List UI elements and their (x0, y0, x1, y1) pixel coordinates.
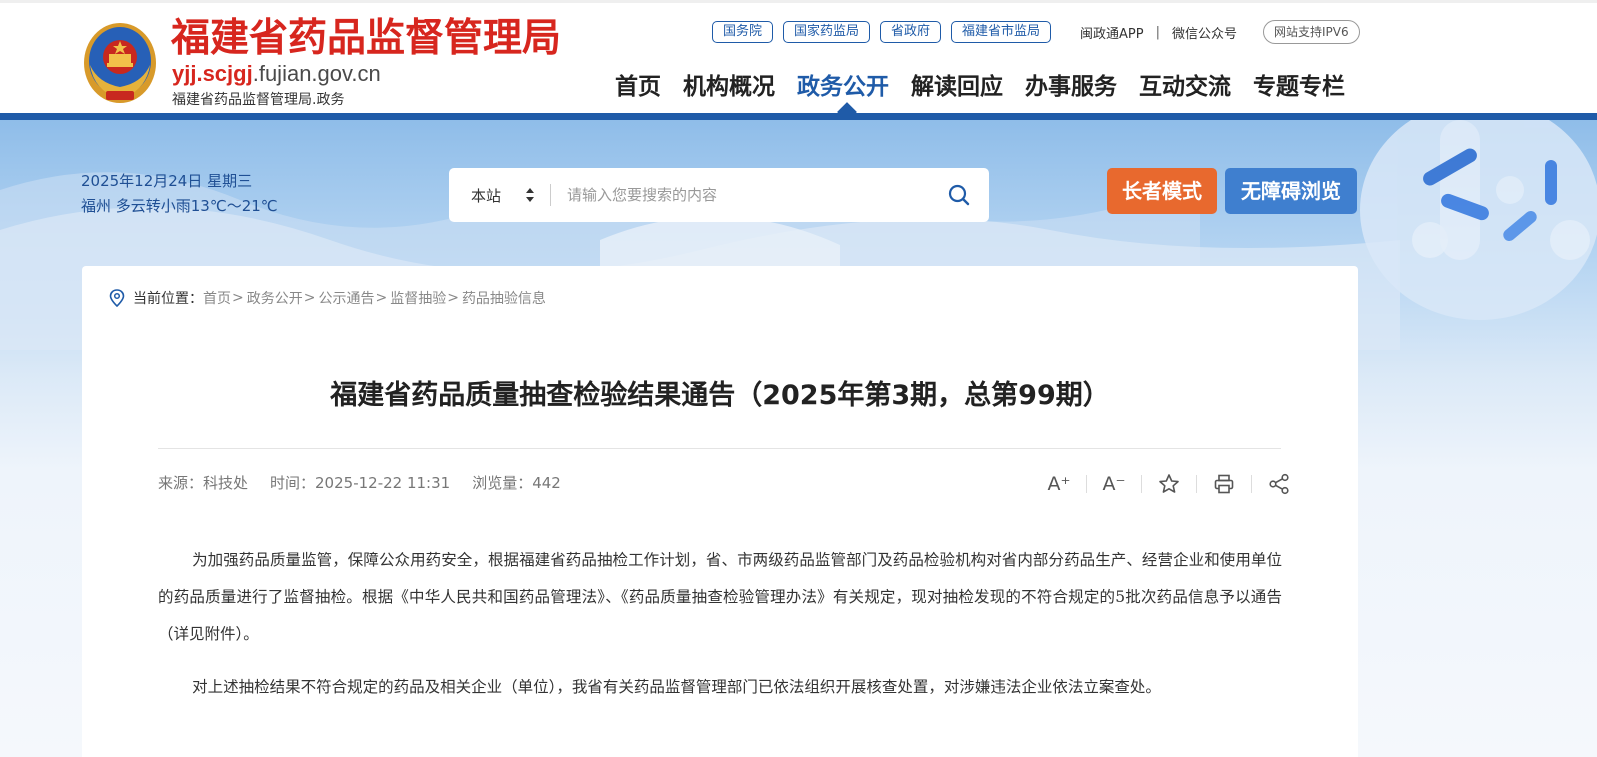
font-decrease-icon: A⁻ (1102, 473, 1126, 495)
article-time: 时间：2025-12-22 11:31 (270, 474, 451, 492)
star-icon (1159, 474, 1179, 493)
toplink-nmpa[interactable]: 国家药监局 (783, 21, 871, 43)
breadcrumb: 当前位置： 首页 > 政务公开 > 公示通告 > 监督抽验 > 药品抽验信息 (109, 288, 546, 308)
font-increase-button[interactable]: A⁺ (1032, 470, 1086, 498)
nav-services[interactable]: 办事服务 (1025, 69, 1117, 105)
nav-about[interactable]: 机构概况 (683, 69, 775, 105)
search-scope-label: 本站 (471, 186, 502, 205)
site-title: 福建省药品监督管理局 (171, 15, 562, 61)
print-icon (1214, 474, 1234, 494)
article-paragraph: 对上述抽检结果不符合规定的药品及相关企业（单位），我省有关药品监督管理部门已依法… (192, 678, 1161, 696)
national-emblem-icon (84, 23, 156, 103)
article-body: 为加强药品质量监管，保障公众用药安全，根据福建省药品抽检工作计划，省、市两级药品… (158, 542, 1282, 722)
search-bar: 本站 (449, 168, 989, 222)
nav-topics[interactable]: 专题专栏 (1253, 69, 1345, 105)
article-title: 福建省药品质量抽查检验结果通告（2025年第3期，总第99期） (330, 380, 1110, 411)
domain-prefix: yjj.scjgj (172, 61, 253, 86)
updown-arrow-icon (526, 188, 534, 202)
article-tools: A⁺ A⁻ (1032, 470, 1306, 498)
weather-line: 福州 多云转小雨13℃～21℃ (81, 197, 278, 215)
breadcrumb-label: 当前位置： (133, 291, 203, 307)
domain-suffix: .fujian.gov.cn (252, 61, 381, 86)
share-button[interactable] (1252, 470, 1306, 498)
app-separator: | (1155, 24, 1160, 40)
app-link[interactable]: 闽政通APP (1080, 23, 1144, 42)
breadcrumb-separator: > (375, 290, 388, 306)
toplink-province-gov[interactable]: 省政府 (880, 21, 942, 43)
toplink-state-council[interactable]: 国务院 (712, 21, 774, 43)
article-card: 当前位置： 首页 > 政务公开 > 公示通告 > 监督抽验 > 药品抽验信息 福… (82, 266, 1358, 757)
wechat-link[interactable]: 微信公众号 (1172, 23, 1237, 42)
nav-gov-affairs[interactable]: 政务公开 (797, 69, 889, 105)
app-links: 闽政通APP | 微信公众号 (1080, 22, 1237, 42)
breadcrumb-drug-inspection[interactable]: 药品抽验信息 (462, 288, 546, 308)
toplink-market-bureau[interactable]: 福建省市监局 (951, 21, 1052, 43)
location-pin-icon (109, 289, 125, 307)
main-nav: 首页 机构概况 政务公开 解读回应 办事服务 互动交流 专题专栏 (615, 67, 1345, 107)
article-source: 来源：科技处 (158, 474, 249, 492)
article-meta: 来源：科技处 时间：2025-12-22 11:31 浏览量：442 (158, 473, 561, 493)
search-icon (948, 184, 970, 206)
search-scope-select[interactable]: 本站 (449, 184, 551, 206)
top-links: 国务院 国家药监局 省政府 福建省市监局 (712, 20, 1052, 44)
site-header: 福建省药品监督管理局 yjj.scjgj.fujian.gov.cn 福建省药品… (0, 0, 1597, 113)
favorite-button[interactable] (1142, 470, 1196, 498)
date-weather: 2025年12月24日 星期三 福州 多云转小雨13℃～21℃ (81, 169, 278, 219)
date-line: 2025年12月24日 星期三 (81, 172, 253, 190)
breadcrumb-home[interactable]: 首页 (203, 288, 231, 308)
breadcrumb-separator: > (232, 290, 244, 306)
nav-interaction[interactable]: 互动交流 (1139, 69, 1231, 105)
breadcrumb-notices[interactable]: 公示通告 (318, 288, 374, 308)
article-views: 浏览量：442 (472, 474, 561, 492)
breadcrumb-separator: > (447, 290, 459, 306)
nav-home[interactable]: 首页 (615, 69, 661, 105)
site-subtitle: 福建省药品监督管理局.政务 (172, 92, 345, 108)
title-divider (158, 448, 1281, 449)
search-input[interactable] (551, 175, 929, 215)
breadcrumb-inspection[interactable]: 监督抽验 (390, 288, 446, 308)
ipv6-badge: 网站支持IPV6 (1263, 20, 1360, 44)
font-increase-icon: A⁺ (1047, 473, 1071, 495)
article-paragraph: 为加强药品质量监管，保障公众用药安全，根据福建省药品抽检工作计划，省、市两级药品… (158, 551, 1282, 643)
site-domain: yjj.scjgj.fujian.gov.cn (172, 61, 381, 87)
print-button[interactable] (1197, 470, 1251, 498)
search-button[interactable] (929, 168, 989, 222)
breadcrumb-gov-affairs[interactable]: 政务公开 (247, 288, 303, 308)
elder-mode-button[interactable]: 长者模式 (1107, 168, 1217, 214)
breadcrumb-separator: > (303, 290, 316, 306)
nav-interpretation[interactable]: 解读回应 (911, 69, 1003, 105)
header-accent-bar (0, 113, 1597, 120)
font-decrease-button[interactable]: A⁻ (1087, 470, 1141, 498)
accessible-browse-button[interactable]: 无障碍浏览 (1225, 168, 1357, 214)
share-icon (1269, 473, 1289, 495)
